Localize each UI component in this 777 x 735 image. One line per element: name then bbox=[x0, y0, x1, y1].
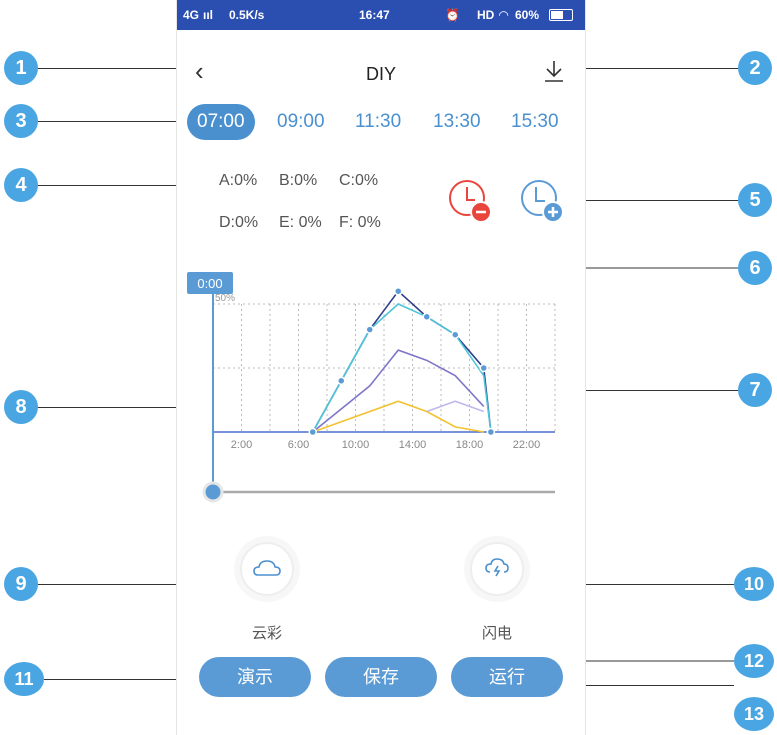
demo-button[interactable]: 演示 bbox=[199, 657, 311, 697]
callout-4: 4 bbox=[4, 168, 38, 202]
callout-11: 11 bbox=[4, 662, 44, 696]
curve-point bbox=[308, 427, 317, 437]
callout-line-1 bbox=[38, 68, 188, 69]
callout-2: 2 bbox=[738, 51, 772, 85]
phone-screen: 4G ııl 0.5K/s 16:47 ⏰ HD ◠ 60% ‹ DIY 07:… bbox=[176, 0, 586, 735]
time-point-1330[interactable]: 13:30 bbox=[423, 104, 491, 140]
x-tick-label: 6:00 bbox=[288, 439, 309, 451]
lightning-icon bbox=[464, 536, 530, 602]
time-cursor-label: 0:00 bbox=[197, 276, 222, 291]
callout-12: 12 bbox=[734, 644, 774, 678]
series-line-3 bbox=[312, 400, 484, 433]
add-time-point-icon[interactable] bbox=[519, 178, 565, 224]
channel-b-value: B:0% bbox=[279, 172, 318, 189]
time-points-row: 07:00 09:00 11:30 13:30 15:30 bbox=[185, 100, 575, 146]
channel-e-value: E: 0% bbox=[279, 214, 322, 231]
alarm-icon: ⏰ bbox=[445, 8, 460, 22]
series-line-4 bbox=[426, 400, 485, 413]
clock-time: 16:47 bbox=[359, 8, 390, 22]
channel-a-value: A:0% bbox=[219, 172, 258, 189]
callout-line-2 bbox=[570, 68, 738, 69]
callout-6: 6 bbox=[738, 251, 772, 285]
battery-icon bbox=[549, 9, 573, 21]
callout-10: 10 bbox=[734, 567, 774, 601]
callout-line-5 bbox=[575, 200, 738, 201]
x-tick-label: 10:00 bbox=[342, 439, 370, 451]
curve-point bbox=[365, 325, 374, 334]
curve-point bbox=[451, 330, 460, 339]
callout-13: 13 bbox=[734, 697, 774, 731]
time-slider-thumb[interactable] bbox=[202, 481, 224, 503]
save-button[interactable]: 保存 bbox=[325, 657, 437, 697]
app-header: ‹ DIY bbox=[177, 38, 585, 94]
cloud-icon bbox=[234, 536, 300, 602]
cloud-effect-button[interactable] bbox=[232, 534, 302, 604]
signal-icon: ııl bbox=[203, 8, 214, 22]
x-tick-label: 14:00 bbox=[399, 439, 427, 451]
callout-line-13 bbox=[566, 685, 734, 686]
x-tick-label: 22:00 bbox=[513, 439, 541, 451]
status-bar: 4G ııl 0.5K/s 16:47 ⏰ HD ◠ 60% bbox=[177, 0, 585, 30]
x-tick-label: 18:00 bbox=[456, 439, 484, 451]
curve-point bbox=[422, 312, 431, 322]
x-tick-label: 2:00 bbox=[231, 439, 252, 451]
callout-8: 8 bbox=[4, 390, 38, 424]
callout-3: 3 bbox=[4, 104, 38, 138]
y-tick-label: 50% bbox=[215, 293, 235, 304]
callout-1: 1 bbox=[4, 51, 38, 85]
callout-9: 9 bbox=[4, 567, 38, 601]
lightning-effect-label: 闪电 bbox=[481, 625, 512, 642]
callout-7: 7 bbox=[738, 373, 772, 407]
download-icon[interactable] bbox=[543, 58, 565, 84]
time-point-1530[interactable]: 15:30 bbox=[501, 104, 569, 140]
callout-line-3 bbox=[38, 121, 188, 122]
cloud-effect-label: 云彩 bbox=[251, 625, 282, 642]
battery-percent: 60% bbox=[515, 8, 540, 22]
series-line-2 bbox=[312, 349, 485, 433]
curve-point bbox=[479, 363, 488, 373]
light-curve-chart: 50% 2:00 6:00 10:00 14:00 18:00 22:00 0:00 bbox=[187, 272, 556, 503]
time-point-1130[interactable]: 11:30 bbox=[345, 104, 411, 140]
page-title: DIY bbox=[365, 64, 396, 84]
wifi-icon: ◠ bbox=[499, 8, 509, 22]
callout-5: 5 bbox=[738, 183, 772, 217]
channel-d-value: D:0% bbox=[219, 214, 259, 231]
curve-point bbox=[486, 427, 496, 437]
curve-point bbox=[394, 286, 403, 296]
channel-c-value: C:0% bbox=[339, 172, 379, 189]
action-buttons: 演示 保存 运行 bbox=[177, 657, 585, 701]
network-indicator: 4G bbox=[183, 8, 200, 22]
network-speed: 0.5K/s bbox=[229, 8, 265, 22]
channel-f-value: F: 0% bbox=[339, 214, 381, 231]
curve-point bbox=[337, 376, 346, 386]
time-point-0700[interactable]: 07:00 bbox=[187, 104, 255, 140]
lightning-effect-button[interactable] bbox=[462, 534, 532, 604]
remove-time-point-icon[interactable] bbox=[447, 178, 493, 224]
run-button[interactable]: 运行 bbox=[451, 657, 563, 697]
time-point-0900[interactable]: 09:00 bbox=[267, 104, 335, 140]
hd-indicator: HD bbox=[477, 8, 495, 22]
